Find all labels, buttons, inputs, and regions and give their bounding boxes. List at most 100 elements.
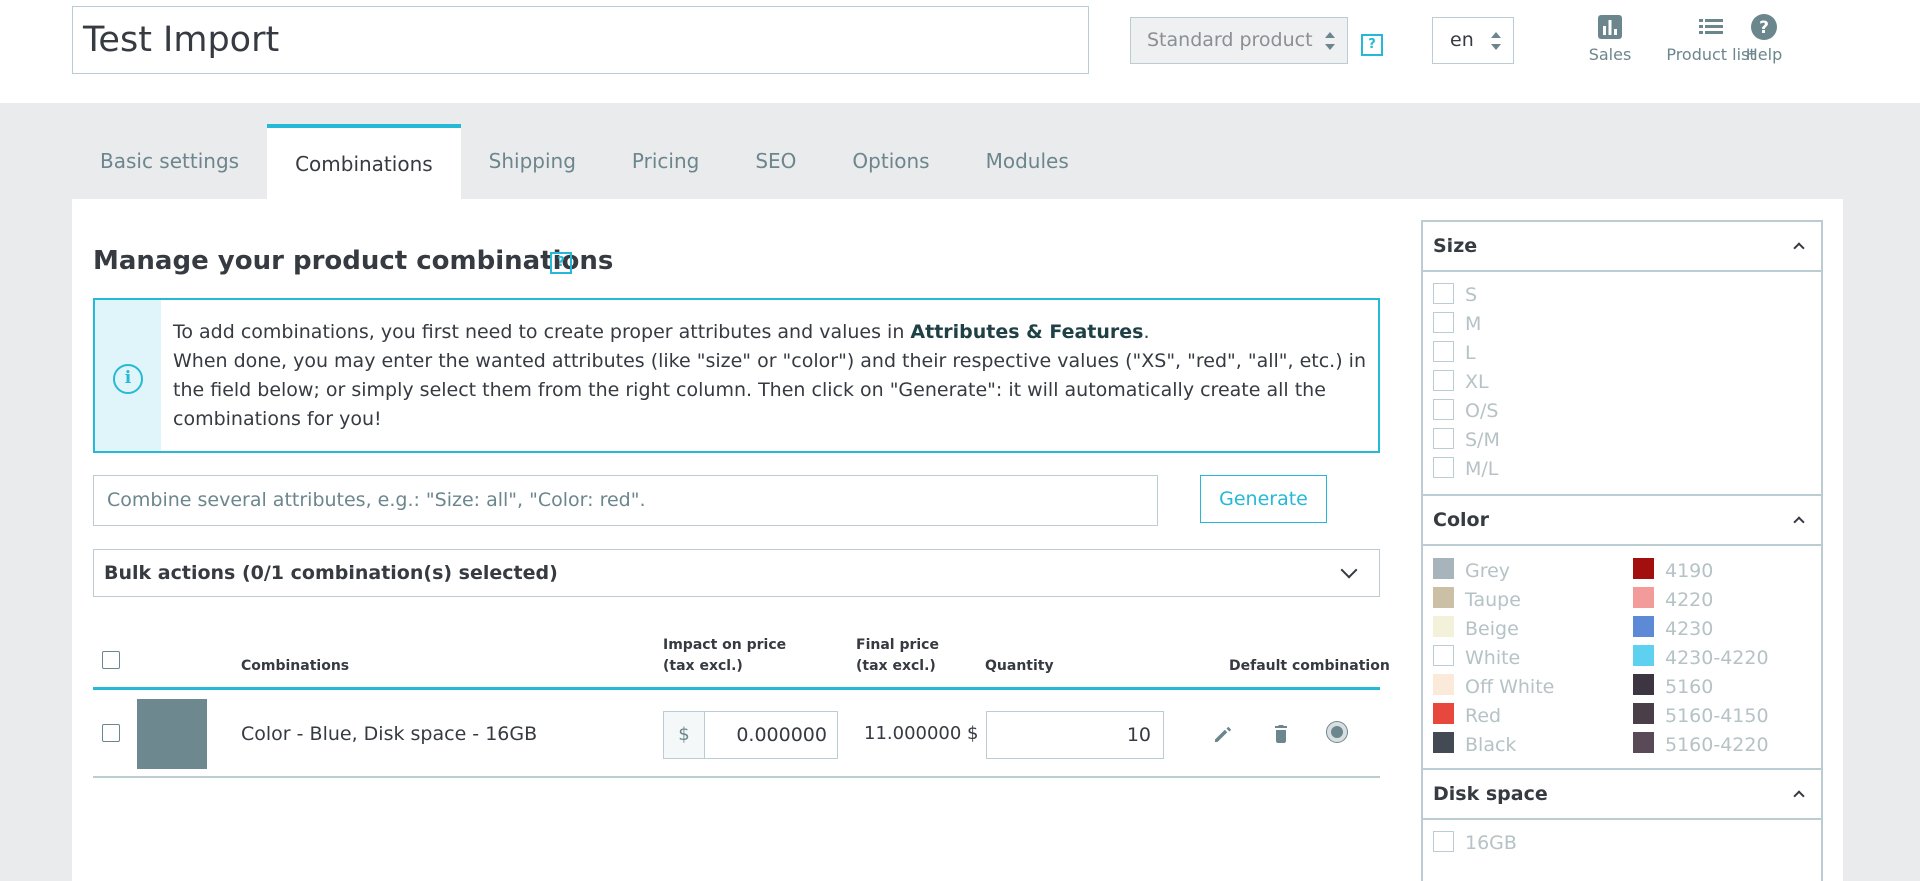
color-swatch[interactable] [1633, 587, 1654, 608]
select-arrows-icon [1325, 32, 1335, 50]
option-label: 4230-4220 [1665, 647, 1769, 669]
product-name-input[interactable]: Test Import [72, 6, 1089, 74]
option-label: L [1465, 342, 1476, 364]
tab-pricing[interactable]: Pricing [604, 124, 727, 199]
tab-seo[interactable]: SEO [727, 124, 824, 199]
header-final-price: Final price (tax excl.) [856, 637, 939, 674]
checkbox[interactable] [1433, 341, 1454, 362]
checkbox[interactable] [1433, 283, 1454, 304]
checkbox[interactable] [1433, 457, 1454, 478]
tab-basic-settings[interactable]: Basic settings [72, 124, 267, 199]
color-swatch[interactable] [1633, 703, 1654, 724]
size-options: S M L XL O/S S/M M/L [1423, 272, 1821, 494]
checkbox[interactable] [1433, 428, 1454, 449]
bar-chart-icon [1598, 15, 1622, 39]
product-type-select[interactable]: Standard product [1130, 17, 1348, 64]
option-label: 5160-4220 [1665, 734, 1769, 756]
currency-addon: $ [664, 712, 705, 758]
sales-label: Sales [1588, 45, 1632, 64]
attributes-features-link[interactable]: Attributes & Features [910, 321, 1143, 343]
header-impact: Impact on price (tax excl.) [663, 637, 787, 674]
tab-combinations[interactable]: Combinations [267, 124, 461, 199]
header-quantity: Quantity [985, 658, 1054, 674]
color-swatch[interactable] [1633, 645, 1654, 666]
generate-button[interactable]: Generate [1200, 475, 1327, 523]
attribute-group-color: Color Grey Taupe Beige White Off White Red Bla… [1421, 494, 1823, 770]
edit-pencil-icon[interactable] [1211, 722, 1235, 746]
default-combination-radio[interactable] [1327, 722, 1347, 742]
quantity-input[interactable]: 10 [986, 711, 1164, 759]
size-group-header[interactable]: Size [1423, 222, 1821, 272]
select-arrows-icon [1491, 32, 1501, 50]
disk-group-header[interactable]: Disk space [1423, 770, 1821, 820]
chevron-up-icon [1793, 790, 1805, 802]
bulk-actions-label: Bulk actions (0/1 combination(s) selecte… [104, 562, 558, 584]
language-select[interactable]: en [1432, 17, 1514, 64]
color-swatch[interactable] [1633, 616, 1654, 637]
sales-link[interactable]: Sales [1583, 12, 1637, 64]
combinations-help-icon[interactable]: ? [550, 252, 572, 274]
color-group-header[interactable]: Color [1423, 496, 1821, 546]
combinations-table-header: Combinations Impact on price (tax excl.)… [93, 630, 1390, 690]
color-swatch[interactable] [1633, 674, 1654, 695]
disk-options: 16GB [1423, 820, 1821, 881]
impact-value[interactable]: 0.000000 [705, 712, 837, 758]
combine-attributes-input[interactable]: Combine several attributes, e.g.: "Size:… [93, 475, 1158, 526]
list-icon [1699, 19, 1723, 34]
row-checkbox[interactable] [102, 724, 120, 742]
checkbox[interactable] [1433, 831, 1454, 852]
color-group-title: Color [1433, 509, 1489, 531]
checkbox[interactable] [1433, 370, 1454, 391]
checkbox[interactable] [1433, 312, 1454, 333]
color-swatch[interactable] [1433, 674, 1454, 695]
color-swatch[interactable] [1433, 703, 1454, 724]
info-line2: When done, you may enter the wanted attr… [173, 350, 1366, 430]
color-swatch[interactable] [1433, 587, 1454, 608]
product-type-help-icon[interactable]: ? [1361, 34, 1383, 56]
option-label: M/L [1465, 458, 1499, 480]
option-label: Taupe [1465, 589, 1521, 611]
option-label: Red [1465, 705, 1502, 727]
option-label: Beige [1465, 618, 1519, 640]
size-group-title: Size [1433, 235, 1478, 257]
combination-thumbnail [137, 699, 207, 769]
svg-text:?: ? [1759, 18, 1769, 38]
color-swatch[interactable] [1433, 558, 1454, 579]
option-label: S/M [1465, 429, 1500, 451]
chevron-up-icon [1793, 516, 1805, 528]
chevron-down-icon [1340, 561, 1358, 579]
color-swatch[interactable] [1433, 645, 1454, 666]
info-line1-suffix: . [1143, 321, 1150, 343]
checkbox[interactable] [1433, 399, 1454, 420]
select-all-checkbox[interactable] [102, 651, 120, 669]
option-label: White [1465, 647, 1521, 669]
section-title-text: Manage your product combinations [93, 246, 614, 276]
color-swatch[interactable] [1433, 616, 1454, 637]
combination-label: Color - Blue, Disk space - 16GB [241, 723, 538, 745]
attribute-group-disk-space: Disk space 16GB [1421, 768, 1823, 881]
header-default: Default combination [1229, 658, 1390, 674]
chevron-up-icon [1793, 242, 1805, 254]
language-value: en [1450, 29, 1474, 51]
option-label: 4230 [1665, 618, 1714, 640]
color-swatch[interactable] [1633, 732, 1654, 753]
final-price: 11.000000 $ [864, 723, 979, 744]
section-title: Manage your product combinations [93, 246, 613, 276]
tab-shipping[interactable]: Shipping [461, 124, 604, 199]
option-label: 16GB [1465, 832, 1517, 854]
info-text: To add combinations, you first need to c… [173, 318, 1368, 434]
header-combinations: Combinations [241, 658, 350, 674]
color-options: Grey Taupe Beige White Off White Red Black 4190… [1423, 546, 1821, 768]
delete-trash-icon[interactable] [1269, 722, 1293, 746]
info-icon: i [113, 364, 143, 394]
bulk-actions-toggle[interactable]: Bulk actions (0/1 combination(s) selecte… [93, 549, 1380, 597]
help-link[interactable]: ? Help [1742, 12, 1786, 64]
tab-options[interactable]: Options [824, 124, 957, 199]
tab-modules[interactable]: Modules [958, 124, 1097, 199]
option-label: S [1465, 284, 1478, 306]
help-circle-icon: ? [1751, 14, 1777, 40]
color-swatch[interactable] [1433, 732, 1454, 753]
table-row: Color - Blue, Disk space - 16GB $ 0.0000… [93, 690, 1380, 778]
color-swatch[interactable] [1633, 558, 1654, 579]
impact-price-input[interactable]: $ 0.000000 [663, 711, 838, 759]
